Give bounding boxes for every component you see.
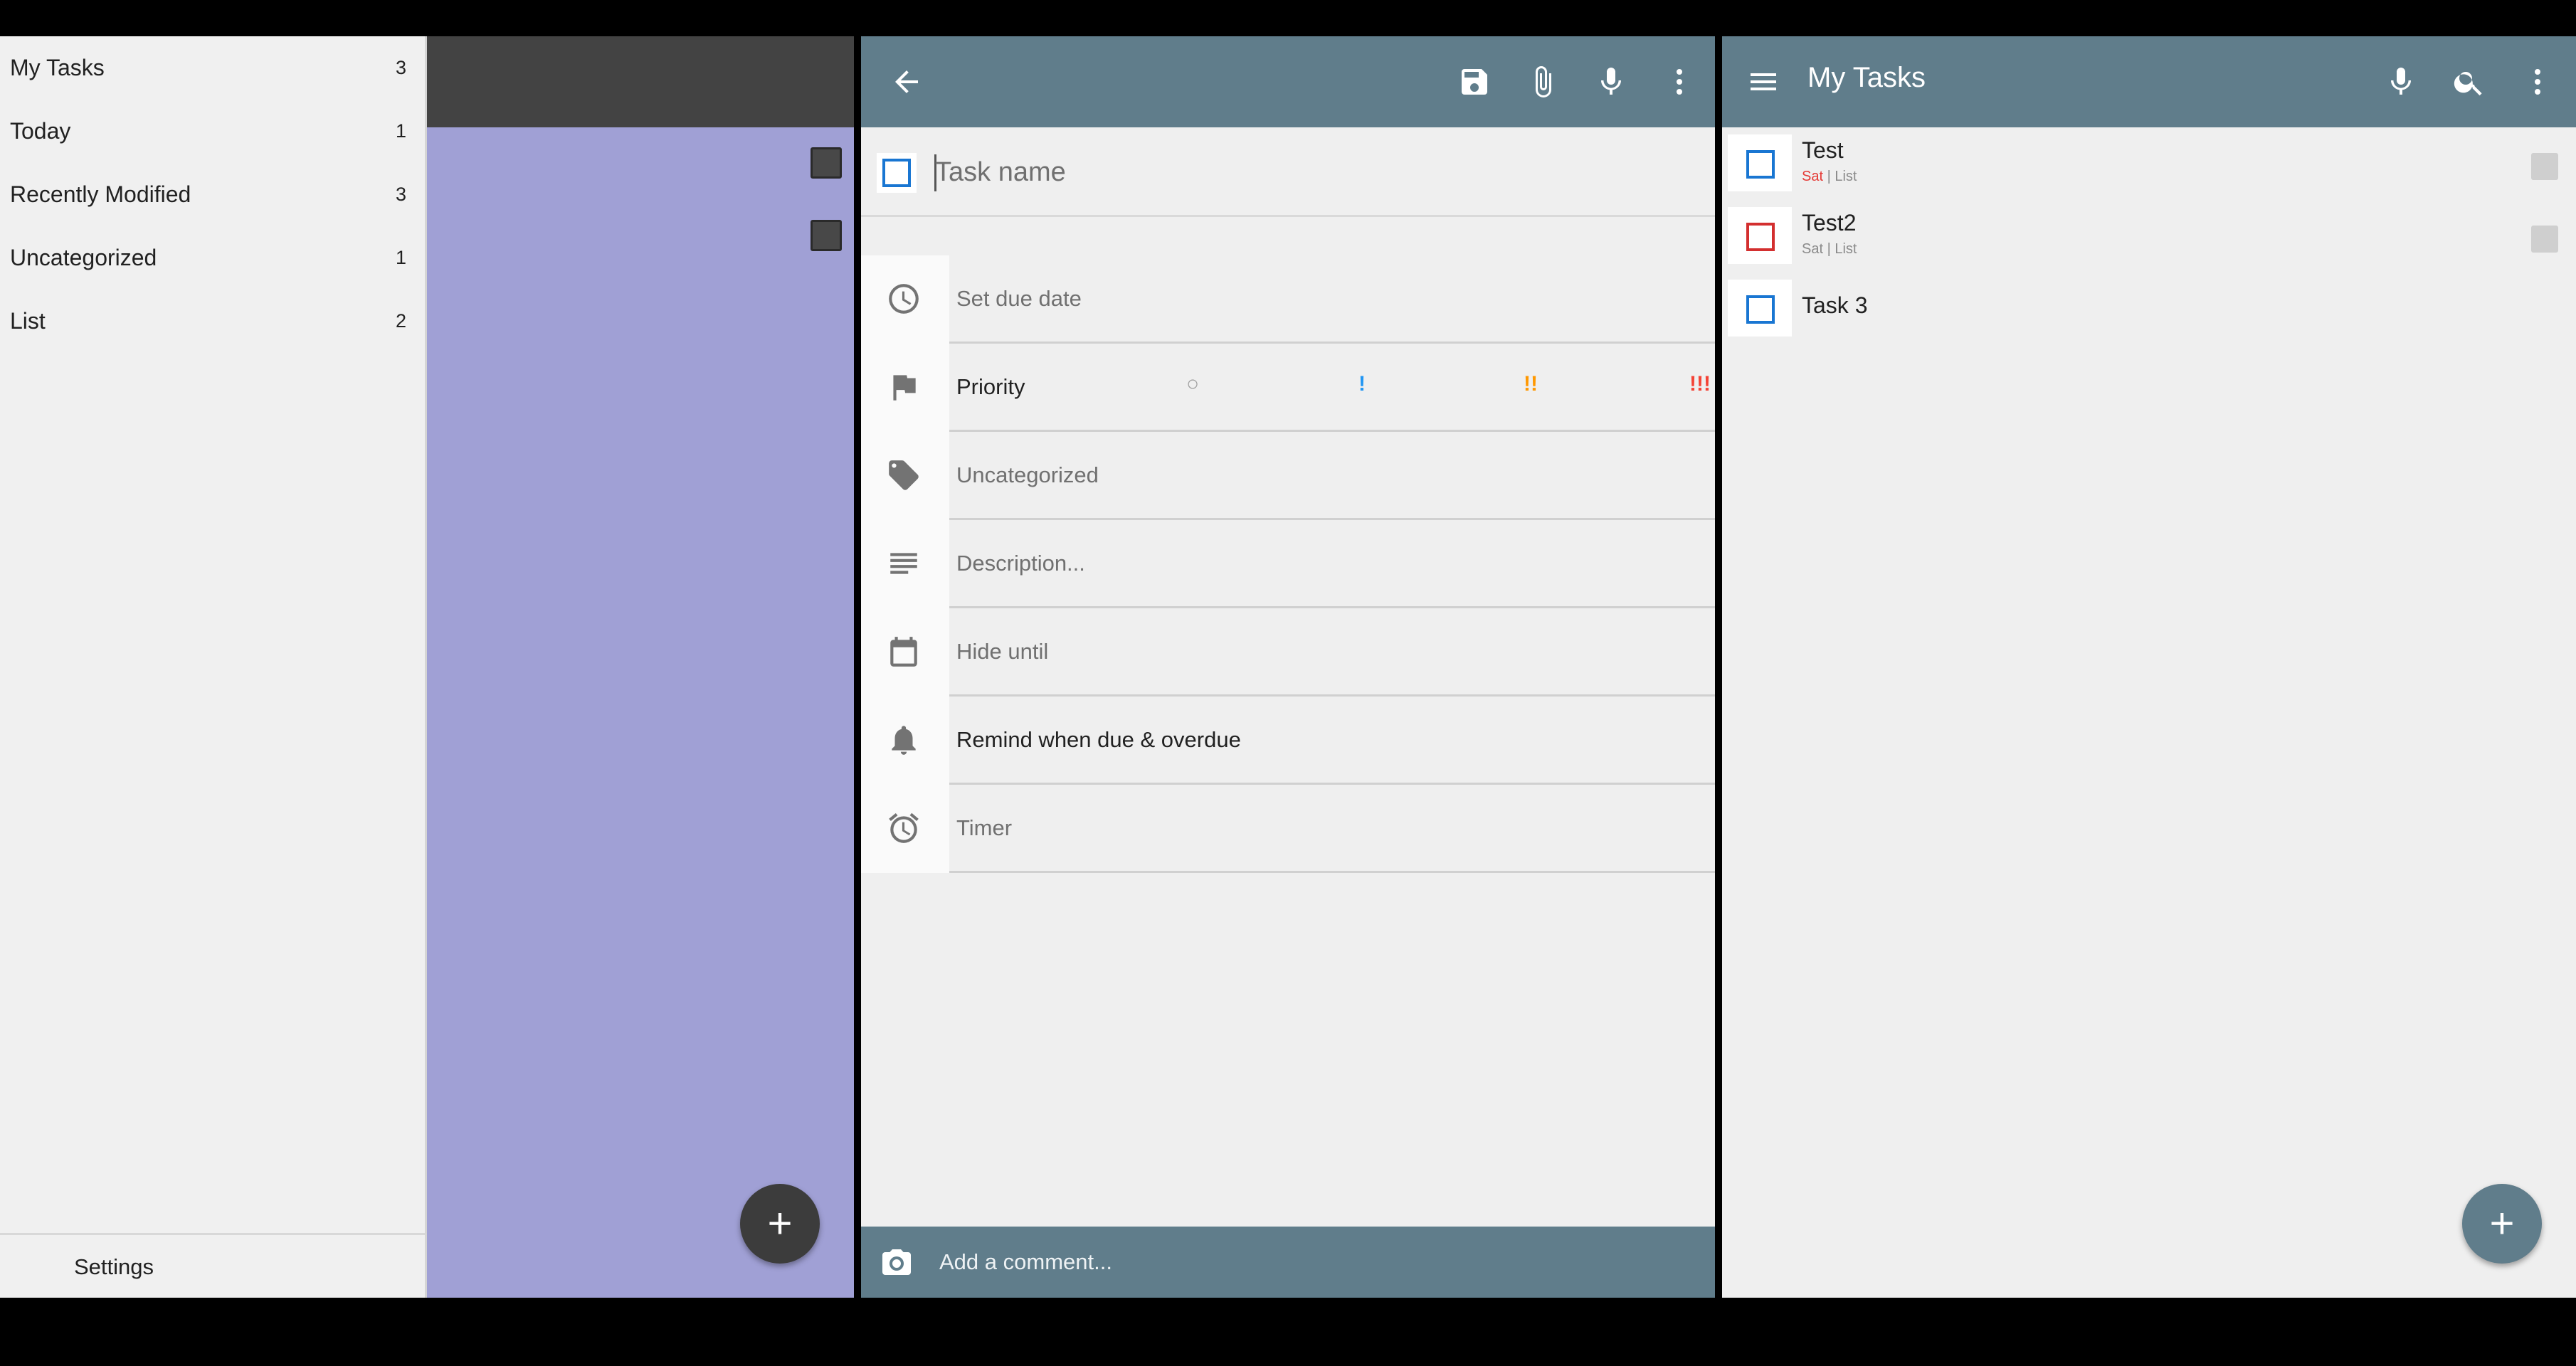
clock-icon xyxy=(882,277,925,320)
plus-icon: + xyxy=(2489,1200,2515,1247)
timer-row[interactable]: Timer xyxy=(949,785,1715,873)
drawer-item-count: 1 xyxy=(395,247,406,268)
list-header xyxy=(427,36,854,127)
task-due-date: Sat xyxy=(1802,169,1824,184)
task-list-name: List xyxy=(1835,241,1857,257)
due-date-row[interactable]: Set due date xyxy=(949,255,1715,344)
task-title: Test xyxy=(1802,137,1844,163)
task-checkbox[interactable] xyxy=(811,147,842,179)
note-icon[interactable] xyxy=(2531,226,2558,253)
my-tasks-screen: My Tasks Test Sat | List Test2 Sat | Lis… xyxy=(1722,36,2576,1298)
task-title: Task 3 xyxy=(1802,292,1868,318)
reminder-label: Remind when due & overdue xyxy=(956,726,1241,752)
priority-medium-option[interactable]: !! xyxy=(1502,372,1559,396)
category-label: Uncategorized xyxy=(956,462,1099,487)
overflow-menu-icon[interactable] xyxy=(2515,59,2560,105)
task-list-scrim[interactable]: + xyxy=(427,36,854,1298)
note-icon[interactable] xyxy=(2531,153,2558,180)
add-task-button[interactable]: + xyxy=(2462,1184,2542,1264)
reminder-row[interactable]: Remind when due & overdue xyxy=(949,697,1715,785)
search-icon[interactable] xyxy=(2446,59,2492,105)
task-due-date: Sat xyxy=(1802,241,1824,257)
navigation-drawer: My Tasks 3 Today 1 Recently Modified 3 U… xyxy=(0,36,427,1298)
priority-low-option[interactable]: ! xyxy=(1334,372,1390,396)
task-meta: Sat | List xyxy=(1802,241,1857,258)
save-icon[interactable] xyxy=(1452,59,1497,105)
bell-icon xyxy=(882,719,925,761)
microphone-icon[interactable] xyxy=(2378,59,2424,105)
priority-label: Priority xyxy=(956,374,1025,399)
task-meta: Sat | List xyxy=(1802,169,1857,185)
tag-icon xyxy=(882,454,925,497)
category-row[interactable]: Uncategorized xyxy=(949,432,1715,520)
priority-row: Priority ○ ! !! !!! xyxy=(949,344,1715,432)
plus-icon: + xyxy=(767,1200,793,1247)
meta-separator: | xyxy=(1827,241,1831,257)
timer-label: Timer xyxy=(956,815,1013,840)
editor-toolbar xyxy=(861,36,1715,127)
attachment-icon[interactable] xyxy=(1520,59,1566,105)
settings-button[interactable]: Settings xyxy=(0,1236,425,1298)
task-row[interactable]: Task 3 xyxy=(1722,272,2576,344)
drawer-item-label: Today xyxy=(10,118,71,144)
camera-icon[interactable] xyxy=(874,1239,919,1285)
comment-input[interactable] xyxy=(939,1242,1694,1282)
drawer-divider xyxy=(0,1233,425,1235)
drawer-item-recently-modified[interactable]: Recently Modified 3 xyxy=(0,163,425,226)
meta-separator: | xyxy=(1827,169,1831,184)
flag-icon xyxy=(882,366,925,408)
drawer-item-label: Uncategorized xyxy=(10,245,157,270)
due-date-label: Set due date xyxy=(956,285,1082,311)
add-task-button[interactable]: + xyxy=(740,1184,820,1264)
hide-until-label: Hide until xyxy=(956,638,1049,664)
task-title: Test2 xyxy=(1802,210,1857,235)
back-arrow-icon[interactable] xyxy=(884,59,929,105)
task-checkbox[interactable] xyxy=(811,220,842,251)
description-row[interactable]: Description... xyxy=(949,520,1715,608)
priority-none-option[interactable]: ○ xyxy=(1164,372,1221,396)
drawer-item-count: 2 xyxy=(395,310,406,332)
task-checkbox[interactable] xyxy=(1746,150,1775,179)
drawer-item-count: 3 xyxy=(395,57,406,78)
microphone-icon[interactable] xyxy=(1588,59,1634,105)
task-complete-checkbox[interactable] xyxy=(882,159,911,187)
drawer-item-label: List xyxy=(10,308,46,334)
alarm-icon xyxy=(882,807,925,849)
drawer-item-uncategorized[interactable]: Uncategorized 1 xyxy=(0,226,425,290)
drawer-item-count: 3 xyxy=(395,184,406,205)
task-name-input[interactable] xyxy=(935,147,1689,197)
description-field: Description... xyxy=(956,550,1085,576)
task-checkbox[interactable] xyxy=(1746,295,1775,324)
calendar-icon xyxy=(882,630,925,673)
overflow-menu-icon[interactable] xyxy=(1657,59,1702,105)
hide-until-row[interactable]: Hide until xyxy=(949,608,1715,697)
priority-high-option[interactable]: !!! xyxy=(1672,372,1715,396)
task-editor: Set due date Priority ○ ! !! !!! Uncateg… xyxy=(861,36,1715,1298)
drawer-item-list[interactable]: List 2 xyxy=(0,290,425,353)
task-row[interactable]: Test Sat | List xyxy=(1722,127,2576,198)
drawer-item-today[interactable]: Today 1 xyxy=(0,100,425,163)
tasks-toolbar: My Tasks xyxy=(1722,36,2576,127)
page-title: My Tasks xyxy=(1807,62,1926,93)
drawer-item-label: Recently Modified xyxy=(10,181,191,207)
task-list-name: List xyxy=(1835,169,1857,184)
task-name-row xyxy=(861,127,1715,217)
drawer-item-my-tasks[interactable]: My Tasks 3 xyxy=(0,36,425,100)
drawer-item-label: My Tasks xyxy=(10,55,105,80)
task-checkbox[interactable] xyxy=(1746,223,1775,251)
task-row[interactable]: Test2 Sat | List xyxy=(1722,200,2576,271)
notes-icon xyxy=(882,542,925,585)
menu-icon[interactable] xyxy=(1741,59,1786,105)
comment-bar xyxy=(861,1227,1715,1298)
drawer-item-count: 1 xyxy=(395,120,406,142)
